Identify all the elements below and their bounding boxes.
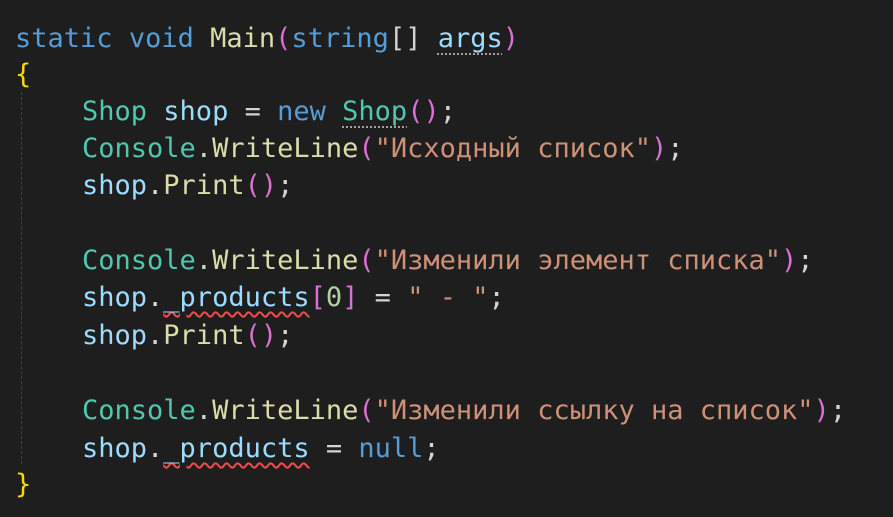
class-name: Console [82,245,196,276]
call-parens: () [407,96,440,127]
code-line-1[interactable]: static void Main(string[] args) [15,20,519,57]
method-call: WriteLine [212,245,359,276]
array-brackets: [] [388,23,422,54]
call-parens: () [244,320,278,351]
code-editor[interactable]: static void Main(string[] args) { Shop s… [0,0,893,517]
method-name: Main [210,23,276,54]
close-paren: ) [813,395,830,426]
code-line-4[interactable]: Console.WriteLine("Исходный список"); [15,130,684,167]
open-brace: { [15,59,32,90]
code-line-5[interactable]: shop.Print(); [15,167,293,204]
dot: . [147,320,164,351]
variable-name: shop [82,282,148,313]
class-name: Console [82,395,196,426]
open-paren: ( [358,395,375,426]
method-call: WriteLine [212,133,359,164]
semicolon: ; [423,433,440,464]
open-bracket: [ [309,282,326,313]
code-line-2[interactable]: { [15,56,31,93]
dot: . [147,170,164,201]
assign-operator: = [358,282,408,313]
close-paren: ) [650,133,668,164]
dot: . [195,133,213,164]
method-call: Print [163,170,245,201]
variable-name: shop [82,433,148,464]
method-call: Print [163,320,245,351]
param-type: string [291,23,389,54]
field-name-error[interactable]: _products [163,282,309,313]
close-paren: ) [502,23,520,54]
open-paren: ( [358,133,375,164]
code-line-8[interactable]: shop._products[0] = " - "; [15,279,505,316]
code-line-7[interactable]: Console.WriteLine("Изменили элемент спис… [15,242,814,279]
dot: . [147,282,164,313]
keyword-static: static [15,23,113,54]
keyword-void: void [128,23,194,54]
code-line-11[interactable]: Console.WriteLine("Изменили ссылку на сп… [15,392,846,429]
dot: . [195,395,213,426]
close-brace: } [15,469,32,500]
variable-name: shop [82,170,148,201]
semicolon: ; [797,245,814,276]
type-name: Shop [82,96,148,127]
close-bracket: ] [342,282,359,313]
field-name-error[interactable]: _products [163,433,309,464]
keyword-new: new [277,96,326,127]
dot: . [195,245,213,276]
string-literal: "Изменили ссылку на список" [374,395,814,426]
open-paren: ( [358,245,375,276]
index-number: 0 [325,282,343,313]
code-line-13[interactable]: } [15,466,31,503]
assign-operator: = [228,96,278,127]
semicolon: ; [277,170,294,201]
variable-name: shop [82,320,148,351]
semicolon: ; [277,320,294,351]
string-literal: "Изменили элемент списка" [374,245,782,276]
code-line-9[interactable]: shop.Print(); [15,317,293,354]
open-paren: ( [275,23,292,54]
constructor-name: Shop [342,96,408,127]
semicolon: ; [829,395,847,426]
call-parens: () [244,170,278,201]
param-name: args [437,23,503,54]
string-literal: " - " [407,282,489,313]
close-paren: ) [781,245,798,276]
semicolon: ; [439,96,456,127]
semicolon: ; [667,133,684,164]
code-line-12[interactable]: shop._products = null; [15,430,440,467]
dot: . [147,433,164,464]
keyword-null: null [358,433,424,464]
variable-name: shop [163,96,229,127]
method-call: WriteLine [212,395,359,426]
string-literal: "Исходный список" [374,133,651,164]
assign-operator: = [309,433,359,464]
semicolon: ; [488,282,505,313]
class-name: Console [82,133,196,164]
code-line-3[interactable]: Shop shop = new Shop(); [15,93,456,130]
